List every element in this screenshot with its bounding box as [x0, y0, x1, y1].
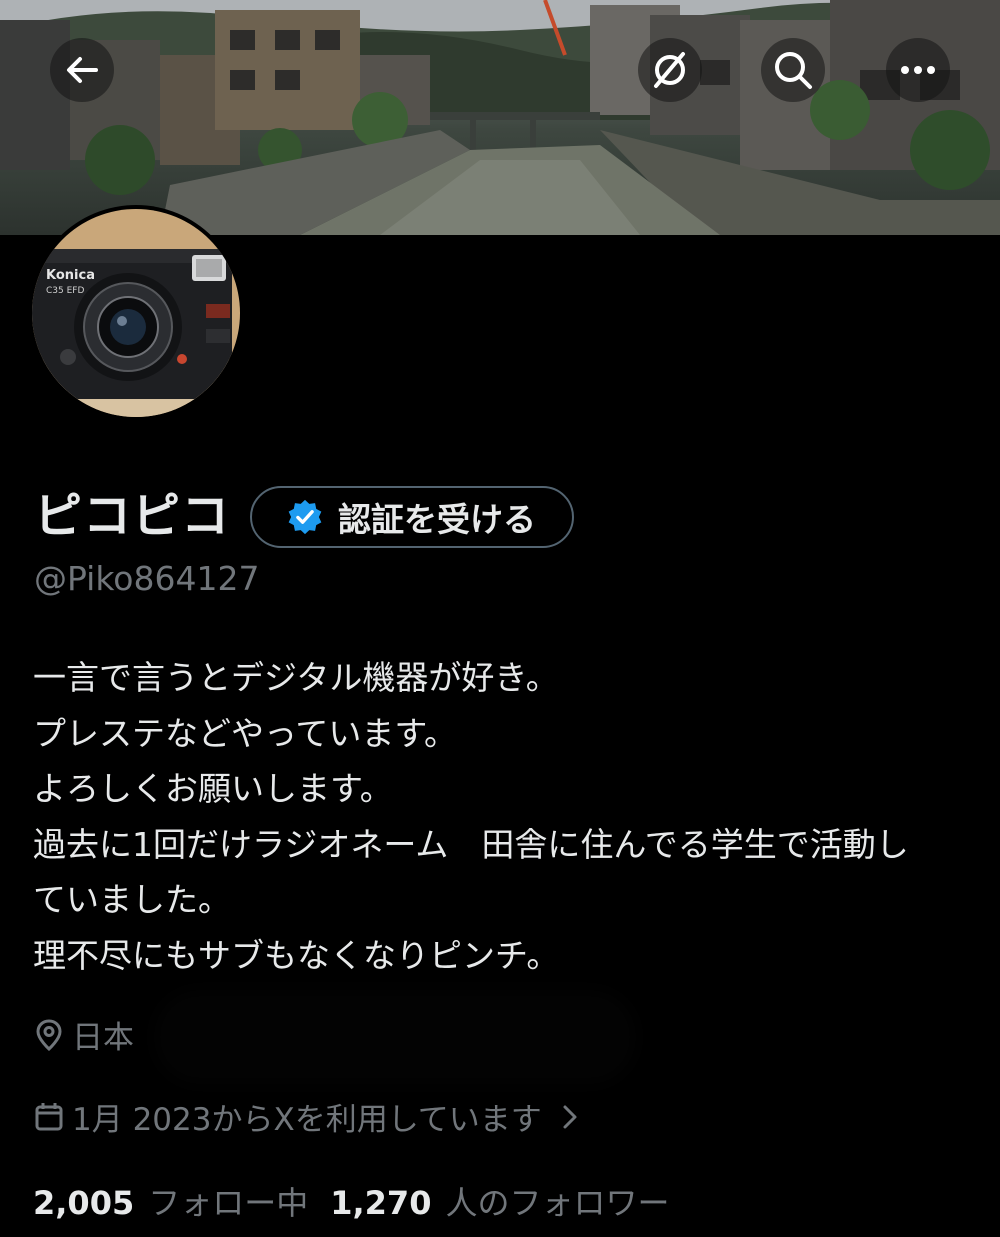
following-link[interactable]: 2,005 フォロー中 [33, 1178, 308, 1224]
bio-line: 過去に1回だけラジオネーム 田舎に住んでる学生で活動し [33, 824, 909, 864]
more-horizontal-icon [901, 66, 935, 74]
followers-link[interactable]: 1,270 人のフォロワー [330, 1178, 669, 1224]
back-button[interactable] [50, 38, 114, 102]
get-verified-label: 認証を受ける [338, 500, 536, 539]
user-handle: @Piko864127 [34, 559, 260, 598]
avatar-image: Konica C35 EFD [32, 209, 240, 417]
search-icon [775, 52, 812, 89]
more-button[interactable] [886, 38, 950, 102]
location-text: 日本 [72, 1020, 134, 1056]
joined-text: 1月 2023からXを利用しています [72, 1102, 542, 1138]
profile-location: 日本 [34, 1012, 134, 1057]
grok-icon [654, 52, 685, 88]
followers-count: 1,270 [330, 1184, 432, 1222]
avatar[interactable]: Konica C35 EFD [28, 205, 244, 421]
bio-line: 一言で言うとデジタル機器が好き。 [33, 658, 559, 697]
display-name: ピコピコ [34, 488, 231, 544]
profile-page: Konica C35 EFD ピコピコ 認証を受ける @Piko864127 一… [0, 0, 1000, 1237]
bio-line: 理不尽にもサブもなくなりピンチ。 [33, 935, 560, 975]
follow-stats: 2,005 フォロー中 1,270 人のフォロワー [33, 1178, 669, 1224]
followers-label: 人のフォロワー [445, 1184, 670, 1222]
redaction-mark [160, 996, 630, 1078]
bio-line: よろしくお願いします。 [33, 769, 393, 808]
camera-model-text: C35 EFD [46, 286, 84, 296]
profile-banner[interactable] [0, 0, 1000, 235]
search-button[interactable] [761, 38, 825, 102]
following-count: 2,005 [33, 1184, 135, 1222]
profile-joined-date[interactable]: 1月 2023からXを利用しています [34, 1094, 586, 1139]
following-label: フォロー中 [148, 1184, 309, 1222]
banner-image [0, 0, 1000, 235]
camera-brand-text: Konica [46, 268, 95, 283]
get-verified-button[interactable]: 認証を受ける [250, 486, 574, 548]
grok-button[interactable] [638, 38, 702, 102]
chevron-right-icon [563, 1105, 577, 1128]
profile-bio: 一言で言うとデジタル機器が好き。 プレステなどやっています。 よろしくお願いしま… [33, 650, 963, 983]
bio-line: プレステなどやっています。 [33, 713, 458, 753]
verified-badge-icon [288, 499, 322, 535]
bio-line: ていました。 [33, 880, 231, 919]
calendar-icon [35, 1102, 63, 1130]
map-pin-icon [36, 1018, 62, 1051]
arrow-left-icon [67, 57, 98, 83]
